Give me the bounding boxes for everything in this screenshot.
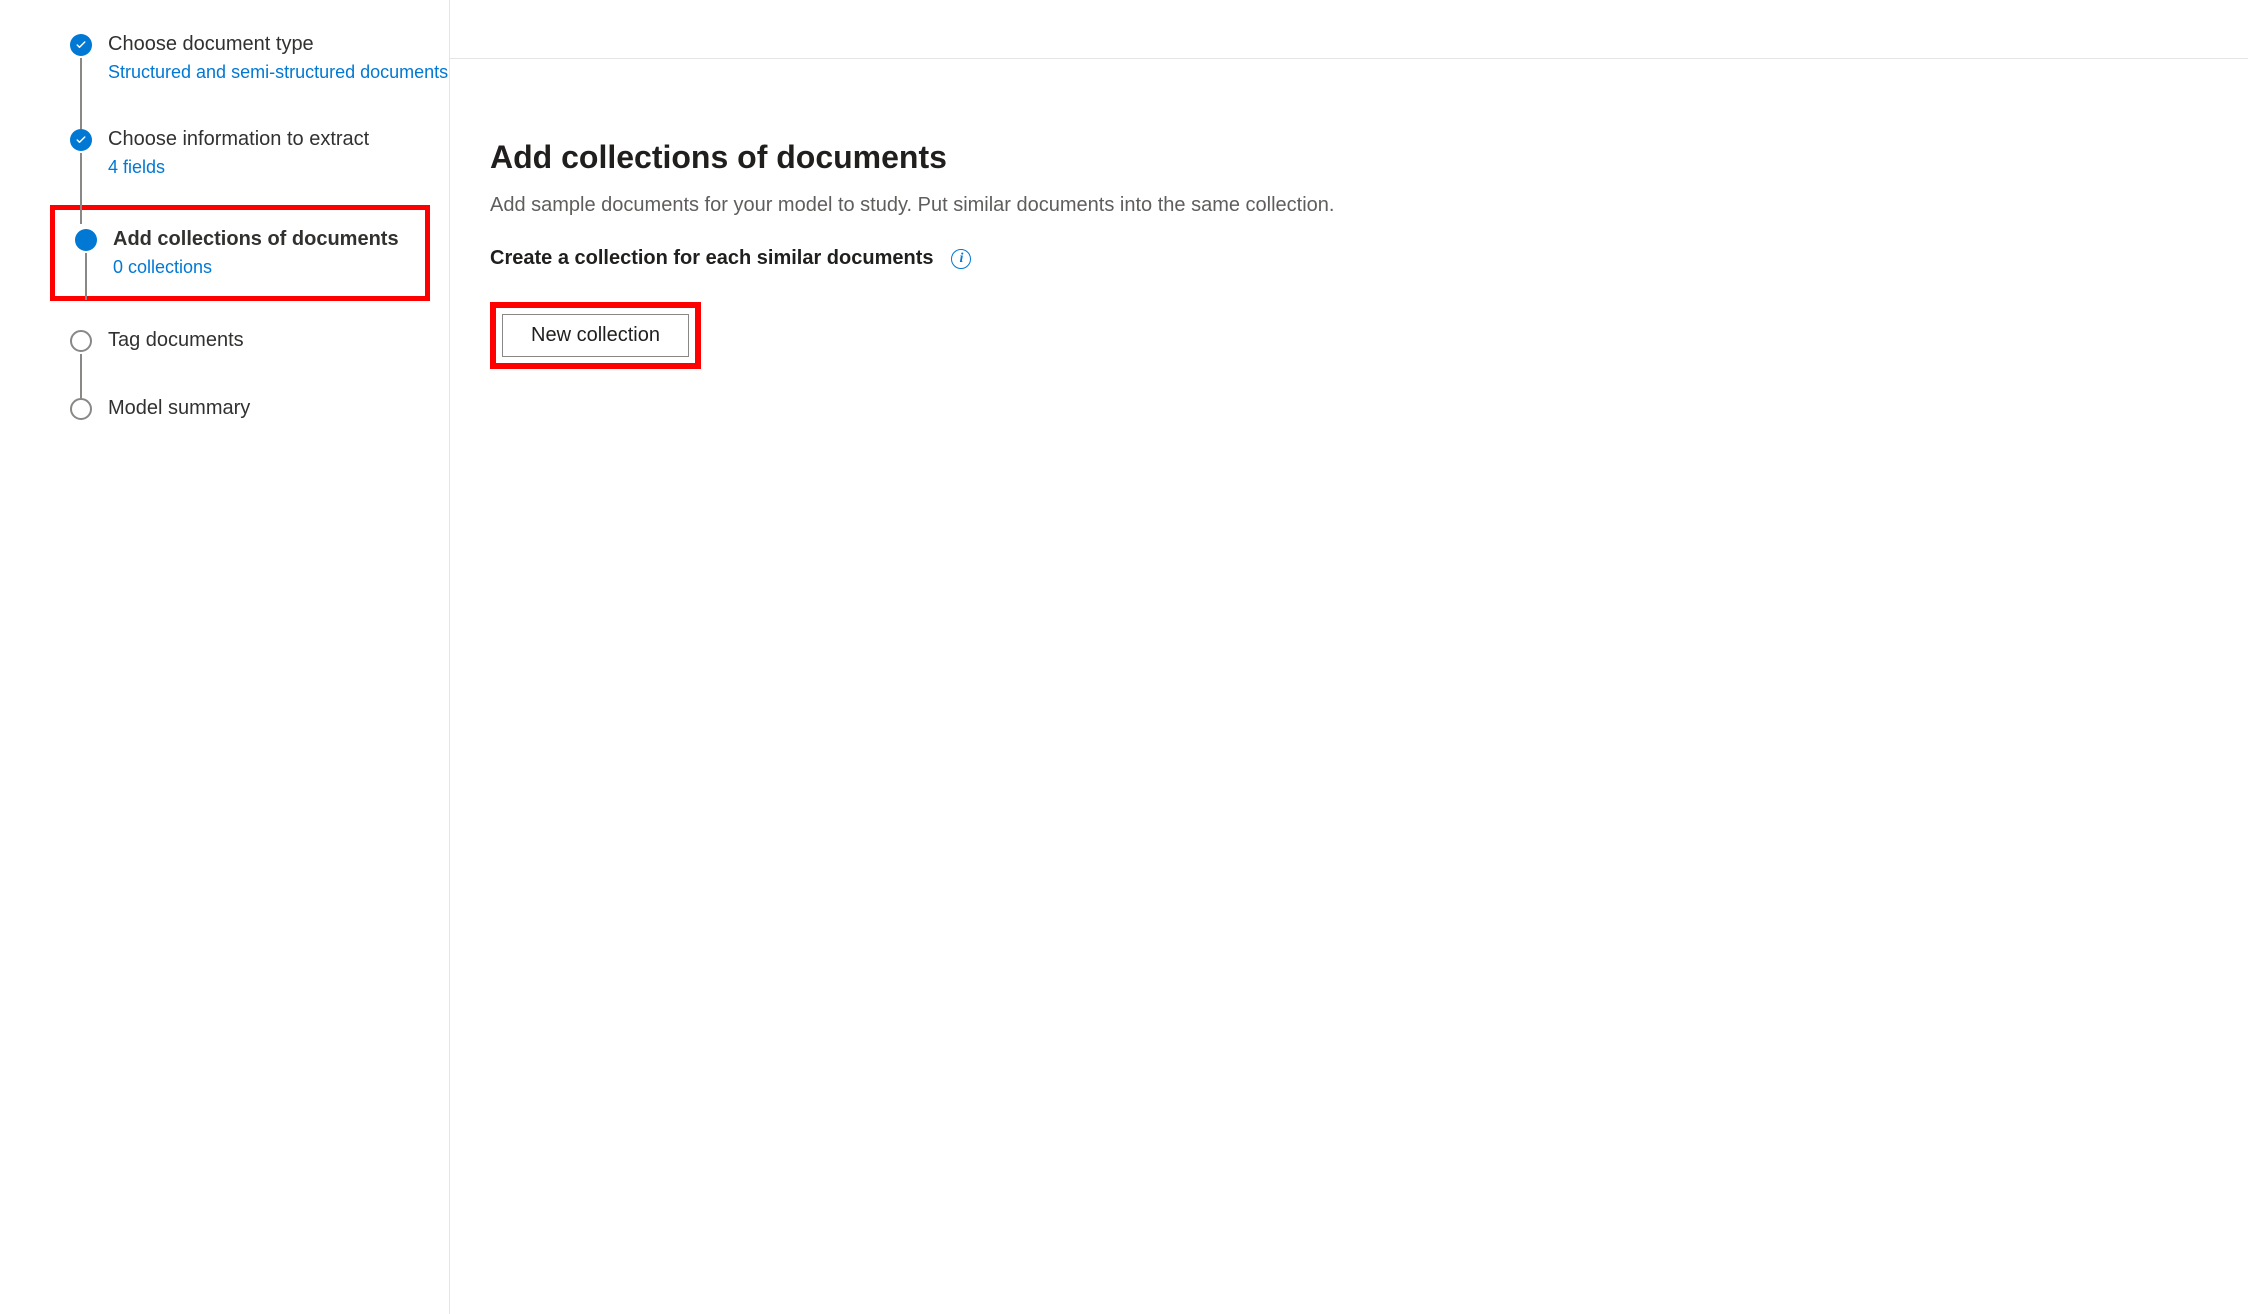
- step-title: Tag documents: [108, 326, 449, 354]
- section-label: Create a collection for each similar doc…: [490, 247, 933, 270]
- step-title: Choose document type: [108, 30, 449, 58]
- new-collection-button[interactable]: New collection: [502, 314, 689, 357]
- checkmark-icon: [70, 34, 92, 56]
- pending-step-icon: [70, 398, 92, 420]
- main-content: Add collections of documents Add sample …: [450, 58, 2248, 1314]
- step-list: Choose document type Structured and semi…: [70, 30, 449, 454]
- page-description: Add sample documents for your model to s…: [490, 194, 2248, 217]
- current-step-icon: [75, 229, 97, 251]
- step-connector: [80, 58, 82, 129]
- step-title: Add collections of documents: [113, 225, 425, 253]
- step-tag-documents[interactable]: Tag documents: [70, 326, 449, 394]
- step-choose-document-type[interactable]: Choose document type Structured and semi…: [70, 30, 449, 125]
- button-highlight: New collection: [490, 302, 701, 369]
- section-row: Create a collection for each similar doc…: [490, 247, 2248, 270]
- page-heading: Add collections of documents: [490, 139, 2248, 176]
- step-title: Model summary: [108, 394, 449, 422]
- step-connector: [80, 153, 82, 224]
- info-icon[interactable]: i: [951, 249, 971, 269]
- step-connector: [85, 253, 87, 299]
- step-title: Choose information to extract: [108, 125, 449, 153]
- step-subtitle[interactable]: Structured and semi-structured documents: [108, 60, 449, 85]
- step-connector: [80, 354, 82, 398]
- pending-step-icon: [70, 330, 92, 352]
- step-model-summary[interactable]: Model summary: [70, 394, 449, 454]
- step-subtitle[interactable]: 4 fields: [108, 155, 449, 180]
- checkmark-icon: [70, 129, 92, 151]
- step-subtitle[interactable]: 0 collections: [113, 255, 425, 280]
- wizard-sidebar: Choose document type Structured and semi…: [0, 0, 450, 1314]
- step-add-collections[interactable]: Add collections of documents 0 collectio…: [50, 205, 430, 300]
